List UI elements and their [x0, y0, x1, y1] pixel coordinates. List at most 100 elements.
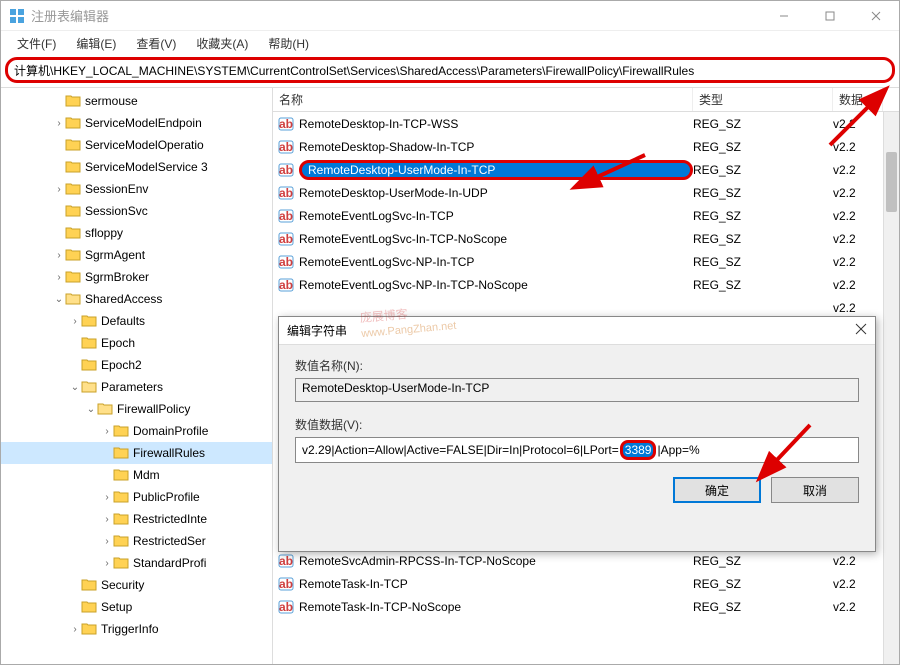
string-value-icon: ab	[277, 207, 295, 225]
expander-icon[interactable]: ›	[53, 184, 65, 195]
value-type: REG_SZ	[693, 232, 833, 246]
cancel-button[interactable]: 取消	[771, 477, 859, 503]
value-data: v2.2	[833, 577, 883, 591]
edit-string-dialog: 编辑字符串 数值名称(N): RemoteDesktop-UserMode-In…	[278, 316, 876, 552]
tree-item[interactable]: › TriggerInfo	[1, 618, 272, 640]
tree-item[interactable]: ServiceModelOperatio	[1, 134, 272, 156]
tree-item[interactable]: ›SessionEnv	[1, 178, 272, 200]
string-value-icon: ab	[277, 161, 295, 179]
tree-item-label: TriggerInfo	[101, 622, 159, 636]
tree-item[interactable]: ServiceModelService 3	[1, 156, 272, 178]
expander-icon[interactable]: ›	[53, 250, 65, 261]
tree-item-label: Defaults	[101, 314, 145, 328]
tree-item[interactable]: sermouse	[1, 90, 272, 112]
dialog-body: 数值名称(N): RemoteDesktop-UserMode-In-TCP 数…	[279, 345, 875, 515]
menu-view[interactable]: 查看(V)	[128, 33, 184, 54]
folder-icon	[113, 423, 129, 440]
tree-item-label: SgrmAgent	[85, 248, 145, 262]
tree-item[interactable]: Mdm	[1, 464, 272, 486]
tree-item[interactable]: sfloppy	[1, 222, 272, 244]
scrollbar-vertical[interactable]	[883, 112, 899, 664]
expander-icon[interactable]: ›	[101, 536, 113, 547]
ok-button[interactable]: 确定	[673, 477, 761, 503]
col-data[interactable]: 数据	[833, 88, 883, 111]
list-row[interactable]: abRemoteEventLogSvc-NP-In-TCPREG_SZv2.2	[273, 250, 899, 273]
minimize-button[interactable]	[761, 1, 807, 31]
expander-icon[interactable]: ›	[69, 316, 81, 327]
tree-item[interactable]: ›RestrictedInte	[1, 508, 272, 530]
folder-icon	[81, 577, 97, 594]
tree-item[interactable]: Security	[1, 574, 272, 596]
scrollbar-thumb[interactable]	[886, 152, 897, 212]
folder-icon	[97, 401, 113, 418]
expander-icon[interactable]: ›	[69, 624, 81, 635]
value-name-input[interactable]: RemoteDesktop-UserMode-In-TCP	[295, 378, 859, 402]
list-row[interactable]: abRemoteDesktop-UserMode-In-UDPREG_SZv2.…	[273, 181, 899, 204]
value-data-prefix: v2.29|Action=Allow|Active=FALSE|Dir=In|P…	[302, 443, 619, 457]
menu-edit[interactable]: 编辑(E)	[68, 33, 124, 54]
expander-icon[interactable]: ⌄	[53, 294, 65, 305]
string-value-icon: ab	[277, 230, 295, 248]
menu-fav[interactable]: 收藏夹(A)	[188, 33, 256, 54]
menu-help[interactable]: 帮助(H)	[260, 33, 317, 54]
tree-item[interactable]: ›ServiceModelEndpoin	[1, 112, 272, 134]
tree-item[interactable]: Epoch	[1, 332, 272, 354]
expander-icon[interactable]: ›	[53, 272, 65, 283]
menu-file[interactable]: 文件(F)	[9, 33, 64, 54]
tree-item[interactable]: Epoch2	[1, 354, 272, 376]
tree-item[interactable]: ⌄FirewallPolicy	[1, 398, 272, 420]
expander-icon[interactable]: ›	[101, 426, 113, 437]
tree-item[interactable]: ›SgrmBroker	[1, 266, 272, 288]
expander-icon[interactable]: ›	[101, 492, 113, 503]
list-row[interactable]: abRemoteDesktop-Shadow-In-TCPREG_SZv2.2	[273, 135, 899, 158]
list-row[interactable]: abRemoteDesktop-UserMode-In-TCPREG_SZv2.…	[273, 158, 899, 181]
expander-icon[interactable]: ›	[101, 514, 113, 525]
col-name[interactable]: 名称	[273, 88, 693, 111]
list-row[interactable]: abRemoteSvcAdmin-RPCSS-In-TCP-NoScopeREG…	[273, 549, 899, 572]
tree-item[interactable]: › SgrmAgent	[1, 244, 272, 266]
folder-icon	[113, 445, 129, 462]
tree-item[interactable]: ›StandardProfi	[1, 552, 272, 574]
folder-icon	[65, 159, 81, 176]
dialog-title: 编辑字符串	[287, 322, 855, 339]
tree-panel[interactable]: sermouse›ServiceModelEndpoinServiceModel…	[1, 88, 273, 664]
dialog-close-icon[interactable]	[855, 323, 867, 338]
value-name: RemoteSvcAdmin-RPCSS-In-TCP-NoScope	[299, 554, 693, 568]
list-row[interactable]: abRemoteEventLogSvc-In-TCP-NoScopeREG_SZ…	[273, 227, 899, 250]
tree-item[interactable]: Setup	[1, 596, 272, 618]
tree-item[interactable]: ⌄Parameters	[1, 376, 272, 398]
value-data-input[interactable]: v2.29|Action=Allow|Active=FALSE|Dir=In|P…	[295, 437, 859, 463]
expander-icon[interactable]: ⌄	[69, 382, 81, 393]
string-value-icon: ab	[277, 253, 295, 271]
list-row[interactable]: abRemoteTask-In-TCPREG_SZv2.2	[273, 572, 899, 595]
list-row[interactable]: abRemoteDesktop-In-TCP-WSSREG_SZv2.2	[273, 112, 899, 135]
value-data: v2.2	[833, 301, 883, 315]
expander-icon[interactable]: ›	[53, 118, 65, 129]
expander-icon[interactable]: ⌄	[85, 404, 97, 415]
folder-icon	[113, 467, 129, 484]
tree-item[interactable]: SessionSvc	[1, 200, 272, 222]
value-data: v2.2	[833, 117, 883, 131]
list-row[interactable]: abRemoteTask-In-TCP-NoScopeREG_SZv2.2	[273, 595, 899, 618]
tree-item[interactable]: ⌄SharedAccess	[1, 288, 272, 310]
col-type[interactable]: 类型	[693, 88, 833, 111]
close-button[interactable]	[853, 1, 899, 31]
tree-item[interactable]: FirewallRules	[1, 442, 272, 464]
svg-text:ab: ab	[279, 186, 293, 200]
list-row[interactable]: abRemoteEventLogSvc-NP-In-TCP-NoScopeREG…	[273, 273, 899, 296]
maximize-button[interactable]	[807, 1, 853, 31]
tree-item[interactable]: ›PublicProfile	[1, 486, 272, 508]
tree-item[interactable]: ›RestrictedSer	[1, 530, 272, 552]
string-value-icon: ab	[277, 115, 295, 133]
tree-item[interactable]: › Defaults	[1, 310, 272, 332]
tree-item[interactable]: ›DomainProfile	[1, 420, 272, 442]
value-type: REG_SZ	[693, 140, 833, 154]
expander-icon[interactable]: ›	[101, 558, 113, 569]
folder-icon	[81, 335, 97, 352]
string-value-icon: ab	[277, 276, 295, 294]
value-data-label: 数值数据(V):	[295, 416, 859, 433]
value-type: REG_SZ	[693, 278, 833, 292]
list-row[interactable]: abRemoteEventLogSvc-In-TCPREG_SZv2.2	[273, 204, 899, 227]
value-data: v2.2	[833, 163, 883, 177]
address-bar[interactable]: 计算机\HKEY_LOCAL_MACHINE\SYSTEM\CurrentCon…	[5, 57, 895, 83]
